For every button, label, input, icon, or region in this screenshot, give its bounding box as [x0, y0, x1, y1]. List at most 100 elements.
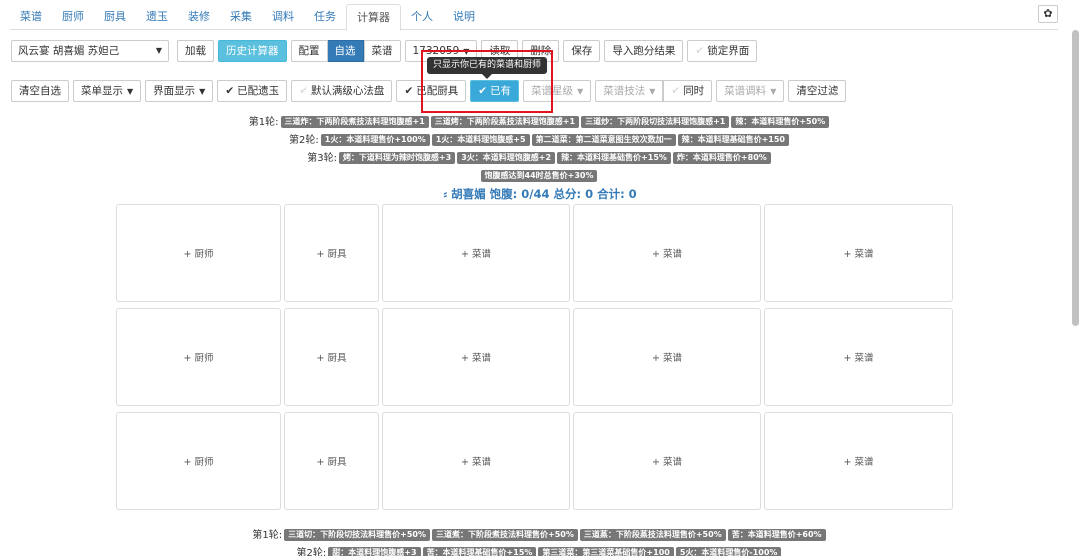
with-relic-toggle[interactable]: ✔ 已配遗玉	[217, 80, 288, 102]
caret-down-icon: ▼	[649, 87, 656, 96]
rule-tag: 5火：本道料理售价-100%	[675, 547, 782, 556]
slot-label: + 厨具	[316, 457, 347, 468]
sword-icon: ⸗	[443, 187, 452, 201]
add-recipe-slot[interactable]: + 菜谱	[382, 412, 570, 510]
slot-label: + 菜谱	[652, 457, 682, 468]
round-line: 第2轮: 甜：本道料理饱腹感+3 苦：本道料理基础售价+15% 第三道菜：第三道菜基础…	[0, 545, 1080, 556]
round-line: 第2轮: 1火：本道料理售价+100% 1火：本道料理饱腹感+5 第二道菜：第二道菜意…	[0, 132, 1080, 150]
round-line: 第1轮: 三道炸：下两阶段煮技法料理饱腹感+1 三道烤：下两阶段蒸技法料理饱腹感+1…	[0, 114, 1080, 132]
rule-tag: 1火：本道料理售价+100%	[320, 134, 430, 146]
slot-label: + 厨师	[183, 249, 214, 260]
custom-button[interactable]: 自选	[327, 40, 364, 62]
chef-summary: ⸗ 胡喜媚 饱腹: 0/44 总分: 0 合计: 0	[443, 187, 637, 201]
add-chef-slot[interactable]: + 厨师	[116, 308, 281, 406]
caret-down-icon: ▼	[199, 87, 206, 96]
rule-tag: 第二道菜：第二道菜意图生效次数加一	[531, 134, 676, 146]
rule-tag: 三道煮：下阶段煮技法料理售价+50%	[432, 529, 578, 541]
nav-tab[interactable]: 采集	[220, 4, 262, 29]
rule-tag: 苦：本道料理基础售价+15%	[422, 547, 537, 556]
rule-tag: 苦：本道料理售价+60%	[727, 529, 826, 541]
rounds-bottom: 第1轮: 三道切：下阶段切技法料理售价+50% 三道煮：下阶段煮技法料理售价+50%…	[0, 527, 1080, 556]
rule-tag: 1火：本道料理饱腹感+5	[431, 134, 530, 146]
rule-select[interactable]: 风云宴 胡喜媚 苏妲己 ▼	[11, 40, 169, 62]
import-results-button[interactable]: 导入跑分结果	[604, 40, 684, 62]
caret-down-icon: ▼	[127, 87, 134, 96]
slot-label: + 厨师	[183, 457, 214, 468]
check-icon: ✔	[404, 85, 414, 97]
rule-tag: 第三道菜：第三道菜基础售价+100	[538, 547, 674, 556]
recipe-seasoning-dropdown[interactable]: 菜谱调料 ▼	[716, 80, 785, 102]
slot-label: + 菜谱	[843, 353, 874, 364]
rule-tag: 甜：本道料理饱腹感+3	[328, 547, 421, 556]
nav-tab[interactable]: 装修	[178, 4, 220, 29]
nav-tab[interactable]: 菜谱	[10, 4, 52, 29]
nav-tab[interactable]: 个人	[401, 4, 443, 29]
settings-gear-button[interactable]: ✿	[1038, 5, 1058, 23]
page-scrollbar[interactable]	[1072, 30, 1079, 326]
rounds-top: 第1轮: 三道炸：下两阶段煮技法料理饱腹感+1 三道烤：下两阶段蒸技法料理饱腹感+1…	[0, 114, 1080, 186]
add-chef-slot[interactable]: + 厨师	[116, 204, 281, 302]
nav-tab[interactable]: 厨师	[52, 4, 94, 29]
load-button[interactable]: 加载	[177, 40, 214, 62]
gear-icon: ✿	[1043, 7, 1053, 20]
check-icon: ✔	[225, 85, 235, 97]
same-time-toggle[interactable]: ✔ 同时	[663, 80, 713, 102]
slot-label: + 厨师	[183, 353, 214, 364]
nav-tab[interactable]: 遗玉	[136, 4, 178, 29]
nav-tab[interactable]: 说明	[443, 4, 485, 29]
nav-tab[interactable]: 计算器	[346, 4, 401, 31]
check-icon: ✔	[671, 85, 681, 97]
rule-tag: 烤：下道料理为辣时饱腹感+3	[338, 152, 456, 164]
round-line: 饱腹感达到44时总售价+30%	[0, 168, 1080, 186]
rule-tag: 三道蒸：下阶段蒸技法料理售价+50%	[579, 529, 726, 541]
rule-tag: 辣：本道料理售价+50%	[731, 116, 830, 128]
add-recipe-slot[interactable]: + 菜谱	[382, 308, 570, 406]
slot-label: + 菜谱	[652, 353, 682, 364]
recipe-skill-dropdown[interactable]: 菜谱技法 ▼	[595, 80, 664, 102]
nav-tab[interactable]: 厨具	[94, 4, 136, 29]
round-line: 第3轮: 烤：下道料理为辣时饱腹感+3 3火：本道料理饱腹感+2 辣：本道料理基础售价…	[0, 150, 1080, 168]
caret-down-icon: ▼	[155, 46, 162, 55]
add-recipe-slot[interactable]: + 菜谱	[573, 204, 761, 302]
check-icon: ✔	[299, 85, 308, 97]
rule-tag: 饱腹感达到44时总售价+30%	[480, 170, 598, 182]
clear-custom-button[interactable]: 清空自选	[11, 80, 69, 102]
rule-tag: 三道烤：下两阶段蒸技法料理饱腹感+1	[430, 116, 580, 128]
check-icon: ✔	[695, 45, 705, 57]
slot-label: + 菜谱	[461, 353, 491, 364]
add-chef-slot[interactable]: + 厨师	[116, 412, 281, 510]
caret-down-icon: ▼	[770, 87, 777, 96]
lock-ui-button[interactable]: ✔ 锁定界面	[687, 40, 758, 62]
add-recipe-slot[interactable]: + 菜谱	[573, 412, 761, 510]
slot-label: + 菜谱	[843, 457, 874, 468]
add-tool-slot[interactable]: + 厨具	[284, 412, 379, 510]
round-label: 第2轮:	[296, 548, 327, 556]
clear-filter-button[interactable]: 清空过滤	[788, 80, 847, 102]
add-recipe-slot[interactable]: + 菜谱	[764, 204, 953, 302]
add-recipe-slot[interactable]: + 菜谱	[382, 204, 570, 302]
nav-tab[interactable]: 任务	[304, 4, 346, 29]
add-tool-slot[interactable]: + 厨具	[284, 308, 379, 406]
rule-tag: 三道炒：下两阶段切技法料理饱腹感+1	[581, 116, 730, 128]
add-recipe-slot[interactable]: + 菜谱	[764, 412, 953, 510]
toolbar-row-1: 风云宴 胡喜媚 苏妲己 ▼ 加载 历史计算器 配置 自选 菜谱 1732059 ▼…	[11, 40, 761, 62]
ui-display-dropdown[interactable]: 界面显示 ▼	[145, 80, 214, 102]
round-label: 第1轮:	[248, 117, 279, 128]
history-calculator-button[interactable]: 历史计算器	[218, 40, 287, 62]
slot-label: + 菜谱	[461, 457, 491, 468]
menu-display-dropdown[interactable]: 菜单显示 ▼	[73, 80, 142, 102]
default-heart-toggle[interactable]: ✔ 默认满级心法盘	[291, 80, 393, 102]
slot-label: + 菜谱	[652, 249, 682, 260]
add-recipe-slot[interactable]: + 菜谱	[764, 308, 953, 406]
nav-tab[interactable]: 调料	[262, 4, 304, 29]
slot-label: + 厨具	[316, 353, 347, 364]
caret-down-icon: ▼	[577, 87, 584, 96]
round-label: 第2轮:	[289, 135, 319, 146]
rule-tag: 炸：本道料理售价+80%	[672, 152, 771, 164]
rule-tag: 辣：本道料理基础售价+15%	[557, 152, 671, 164]
recipe-mode-button[interactable]: 菜谱	[363, 40, 401, 62]
add-tool-slot[interactable]: + 厨具	[284, 204, 379, 302]
add-recipe-slot[interactable]: + 菜谱	[573, 308, 761, 406]
config-button[interactable]: 配置	[290, 40, 328, 62]
save-button[interactable]: 保存	[563, 40, 601, 62]
